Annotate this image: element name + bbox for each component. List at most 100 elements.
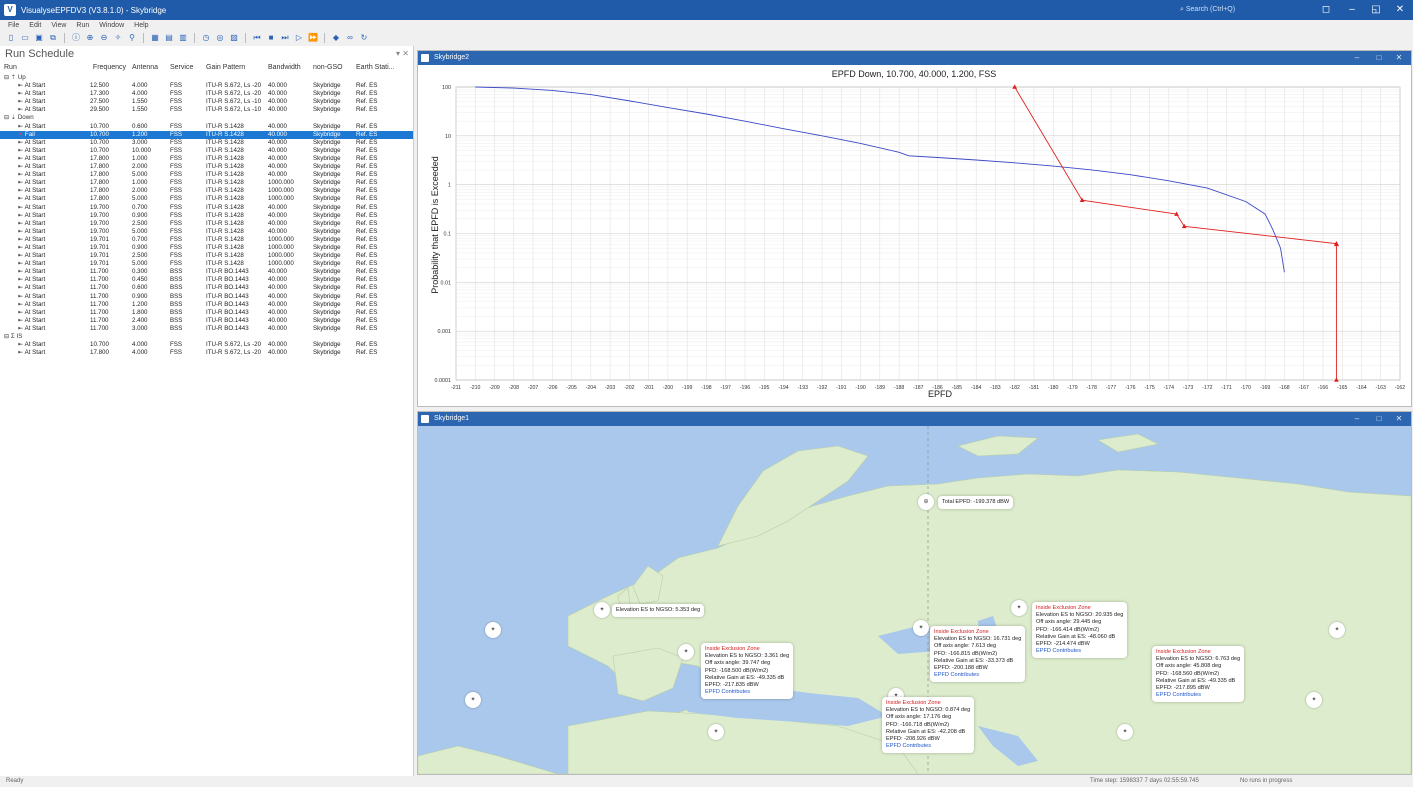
grid-icon[interactable]: ▦ bbox=[150, 33, 160, 43]
close-button[interactable]: ✕ bbox=[1389, 51, 1409, 65]
table-row[interactable]: ⇤ At Start 11.700 3.000 BSS ITU-R BO.1443 40.… bbox=[0, 325, 413, 333]
epfd-contributes-link[interactable]: EPFD Contributes bbox=[1156, 692, 1240, 699]
close-button[interactable]: ✕ bbox=[1389, 412, 1409, 426]
play-icon[interactable]: ▷ bbox=[294, 33, 304, 43]
table-row[interactable]: ⇤ At Start 12.500 4.000 FSS ITU-R S.672, Ls … bbox=[0, 82, 413, 90]
epfd-contributes-link[interactable]: EPFD Contributes bbox=[886, 743, 970, 750]
satellite-icon[interactable]: ✦ bbox=[708, 724, 724, 740]
link-icon[interactable]: ⚲ bbox=[127, 33, 137, 43]
table-row[interactable]: ⇤ At Start 19.700 5.000 FSS ITU-R S.1428 40.0… bbox=[0, 228, 413, 236]
table-row[interactable]: ⇤ At Start 19.700 2.500 FSS ITU-R S.1428 40.0… bbox=[0, 220, 413, 228]
menu-run[interactable]: Run bbox=[76, 20, 89, 31]
close-button[interactable]: ✕ bbox=[1388, 0, 1412, 20]
table-row[interactable]: ⇤ At Start 10.700 3.000 FSS ITU-R S.1428 40.0… bbox=[0, 139, 413, 147]
restore-button[interactable]: ◱ bbox=[1364, 0, 1388, 20]
maximize-button[interactable]: □ bbox=[1369, 51, 1389, 65]
satellite-icon[interactable]: ✦ bbox=[1329, 622, 1345, 638]
maximize-button[interactable]: □ bbox=[1369, 412, 1389, 426]
group-up[interactable]: ⊟ ⇡ Up bbox=[0, 74, 413, 82]
group-down[interactable]: ⊟ ⇣ Down bbox=[0, 114, 413, 122]
open-icon[interactable]: ▭ bbox=[20, 33, 30, 43]
table-row[interactable]: ✕ Fail 10.700 1.200 FSS ITU-R S.1428 40.000 Sk… bbox=[0, 130, 413, 139]
epfd-contributes-link[interactable]: EPFD Contributes bbox=[1036, 648, 1123, 655]
menu-help[interactable]: Help bbox=[134, 20, 148, 31]
table-icon[interactable]: ▤ bbox=[164, 33, 174, 43]
table-row[interactable]: ⇤ At Start 17.800 1.000 FSS ITU-R S.1428 40.0… bbox=[0, 155, 413, 163]
col-gain-pattern[interactable]: Gain Pattern bbox=[206, 62, 268, 74]
zoom-out-icon[interactable]: ⊖ bbox=[99, 33, 109, 43]
minimize-button[interactable]: – bbox=[1347, 51, 1367, 65]
satellite-icon[interactable]: ✦ bbox=[594, 602, 610, 618]
epfd-contributes-link[interactable]: EPFD Contributes bbox=[934, 672, 1021, 679]
globe-icon[interactable]: ◎ bbox=[215, 33, 225, 43]
table-row[interactable]: ⇤ At Start 17.800 5.000 FSS ITU-R S.1428 1000… bbox=[0, 195, 413, 203]
col-earth-station[interactable]: Earth Stati... bbox=[356, 62, 406, 74]
menu-edit[interactable]: Edit bbox=[29, 20, 41, 31]
minimize-button[interactable]: – bbox=[1340, 0, 1364, 20]
table-row[interactable]: ⇤ At Start 11.700 0.900 BSS ITU-R BO.1443 40.… bbox=[0, 293, 413, 301]
col-bandwidth[interactable]: Bandwidth bbox=[268, 62, 313, 74]
group-is[interactable]: ⊟ Σ IS bbox=[0, 333, 413, 341]
menu-view[interactable]: View bbox=[51, 20, 66, 31]
menu-file[interactable]: File bbox=[8, 20, 19, 31]
satellite-icon[interactable]: ✦ bbox=[485, 622, 501, 638]
table-row[interactable]: ⇤ At Start 19.701 0.700 FSS ITU-R S.1428 1000… bbox=[0, 236, 413, 244]
table-row[interactable]: ⇤ At Start 10.700 4.000 FSS ITU-R S.672, Ls … bbox=[0, 341, 413, 349]
satellite-icon[interactable]: ✦ bbox=[1306, 692, 1322, 708]
chart-icon[interactable]: ▥ bbox=[178, 33, 188, 43]
table-row[interactable]: ⇤ At Start 11.700 0.300 BSS ITU-R BO.1443 40.… bbox=[0, 268, 413, 276]
col-antenna[interactable]: Antenna bbox=[132, 62, 170, 74]
zoom-in-icon[interactable]: ⊕ bbox=[85, 33, 95, 43]
new-icon[interactable]: ▯ bbox=[6, 33, 16, 43]
minimize-button[interactable]: – bbox=[1347, 412, 1367, 426]
col-frequency[interactable]: Frequency bbox=[90, 62, 132, 74]
table-row[interactable]: ⇤ At Start 11.700 1.800 BSS ITU-R BO.1443 40.… bbox=[0, 309, 413, 317]
satellite-icon[interactable]: ✦ bbox=[1117, 724, 1133, 740]
panel-close-icon[interactable]: ▾ ✕ bbox=[396, 46, 409, 62]
map-canvas[interactable]: ⊕ Total EPFD: -199.378 dBW ✦ Elevation E… bbox=[418, 426, 1411, 774]
table-row[interactable]: ⇤ At Start 11.700 2.400 BSS ITU-R BO.1443 40.… bbox=[0, 317, 413, 325]
earth-station-icon[interactable]: ⊕ bbox=[918, 494, 934, 510]
table-row[interactable]: ⇤ At Start 17.800 2.000 FSS ITU-R S.1428 40.0… bbox=[0, 163, 413, 171]
satellite-icon[interactable]: ✦ bbox=[678, 644, 694, 660]
step-icon[interactable]: ⏭ bbox=[280, 33, 290, 43]
expand-icon[interactable]: ⊟ bbox=[4, 114, 9, 121]
table-row[interactable]: ⇤ At Start 10.700 0.600 FSS ITU-R S.1428 40.0… bbox=[0, 123, 413, 131]
notification-icon[interactable]: ◻ bbox=[1314, 0, 1338, 20]
clock-icon[interactable]: ◷ bbox=[201, 33, 211, 43]
expand-icon[interactable]: ⊟ bbox=[4, 74, 9, 81]
col-run[interactable]: Run bbox=[0, 62, 90, 74]
table-row[interactable]: ⇤ At Start 17.800 4.000 FSS ITU-R S.672, Ls … bbox=[0, 349, 413, 357]
table-row[interactable]: ⇤ At Start 17.800 5.000 FSS ITU-R S.1428 40.0… bbox=[0, 171, 413, 179]
satellite-icon[interactable]: ✦ bbox=[465, 692, 481, 708]
stop-icon[interactable]: ■ bbox=[266, 33, 276, 43]
col-non-gso[interactable]: non-GSO bbox=[313, 62, 356, 74]
image-icon[interactable]: ▨ bbox=[229, 33, 239, 43]
save-icon[interactable]: ▣ bbox=[34, 33, 44, 43]
forward-icon[interactable]: ⏩ bbox=[308, 33, 318, 43]
table-row[interactable]: ⇤ At Start 19.701 5.000 FSS ITU-R S.1428 1000… bbox=[0, 260, 413, 268]
satellite-icon[interactable]: ✧ bbox=[113, 33, 123, 43]
satellite-icon[interactable]: ✦ bbox=[1011, 600, 1027, 616]
chain-icon[interactable]: ∞ bbox=[345, 33, 355, 43]
table-row[interactable]: ⇤ At Start 17.800 2.000 FSS ITU-R S.1428 1000… bbox=[0, 187, 413, 195]
table-row[interactable]: ⇤ At Start 19.700 0.700 FSS ITU-R S.1428 40.0… bbox=[0, 204, 413, 212]
col-service[interactable]: Service bbox=[170, 62, 206, 74]
epfd-contributes-link[interactable]: EPFD Contributes bbox=[705, 689, 789, 696]
paint-icon[interactable]: ◆ bbox=[331, 33, 341, 43]
table-row[interactable]: ⇤ At Start 17.800 1.000 FSS ITU-R S.1428 1000… bbox=[0, 179, 413, 187]
table-row[interactable]: ⇤ At Start 19.701 0.900 FSS ITU-R S.1428 1000… bbox=[0, 244, 413, 252]
table-row[interactable]: ⇤ At Start 29.500 1.550 FSS ITU-R S.672, Ls … bbox=[0, 106, 413, 114]
satellite-icon[interactable]: ✦ bbox=[913, 620, 929, 636]
table-row[interactable]: ⇤ At Start 17.300 4.000 FSS ITU-R S.672, Ls … bbox=[0, 90, 413, 98]
expand-icon[interactable]: ⊟ bbox=[4, 333, 9, 340]
copy-icon[interactable]: ⧉ bbox=[48, 33, 58, 43]
table-row[interactable]: ⇤ At Start 11.700 0.450 BSS ITU-R BO.1443 40.… bbox=[0, 276, 413, 284]
rewind-icon[interactable]: ⏮ bbox=[252, 33, 262, 43]
table-row[interactable]: ⇤ At Start 19.701 2.500 FSS ITU-R S.1428 1000… bbox=[0, 252, 413, 260]
refresh-icon[interactable]: ↻ bbox=[359, 33, 369, 43]
table-row[interactable]: ⇤ At Start 11.700 1.200 BSS ITU-R BO.1443 40.… bbox=[0, 301, 413, 309]
table-row[interactable]: ⇤ At Start 19.700 0.900 FSS ITU-R S.1428 40.0… bbox=[0, 212, 413, 220]
table-row[interactable]: ⇤ At Start 11.700 0.600 BSS ITU-R BO.1443 40.… bbox=[0, 284, 413, 292]
info-icon[interactable]: ⓘ bbox=[71, 33, 81, 43]
